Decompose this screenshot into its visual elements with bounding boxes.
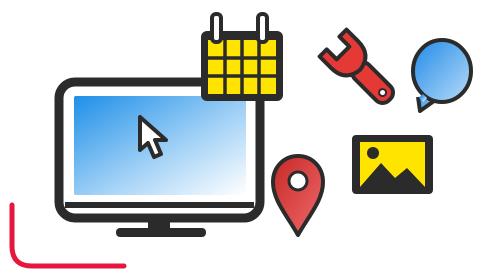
tech-icons-illustration xyxy=(9,12,473,269)
speech-bubble-icon xyxy=(411,38,473,113)
wrench-icon xyxy=(317,27,395,105)
calendar-icon xyxy=(201,12,283,101)
location-pin-icon xyxy=(271,154,325,237)
computer-monitor-icon xyxy=(54,77,265,237)
image-picture-icon xyxy=(352,135,433,194)
